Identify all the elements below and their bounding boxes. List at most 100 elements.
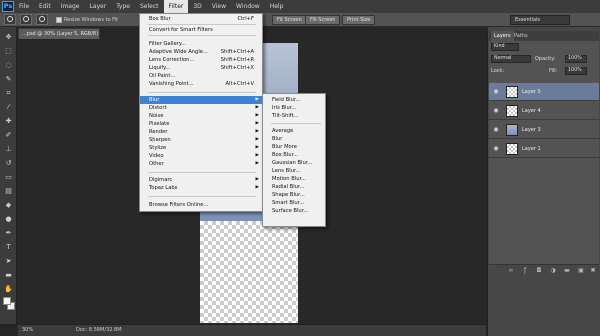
layer-thumbnail [506,86,518,98]
tools-panel: ✥ ⬚ ◌ ✎ ⌗ ⁄ ✚ ✐ ⊥ ↺ ▭ ▤ ◆ ● ✒ T ➤ ▬ ✋ [0,27,17,324]
fill-screen-button[interactable]: Fill Screen [305,15,341,25]
menu-item-vanishing-point[interactable]: Vanishing Point... Alt+Ctrl+V [140,80,262,88]
path-selection-tool-icon[interactable]: ➤ [4,257,13,266]
menu-item-liquify[interactable]: Liquify... Shift+Ctrl+X [140,64,262,72]
crop-tool-icon[interactable]: ⌗ [4,89,13,98]
move-tool-icon[interactable]: ✥ [4,33,13,42]
menu-select[interactable]: Select [135,0,164,13]
menu-item-sharpen[interactable]: Sharpen ▶ [140,136,262,144]
submenu-item-gaussian-blur[interactable]: Gaussian Blur... [263,159,325,167]
submenu-item-lens-blur[interactable]: Lens Blur... [263,167,325,175]
layer-row-layer-1[interactable]: ◉ Layer 1 [489,140,599,158]
layer-row-layer-5[interactable]: ◉ Layer 5 [489,83,599,101]
menu-item-pixelate[interactable]: Pixelate ▶ [140,120,262,128]
fill-field[interactable]: 100% [565,67,587,75]
delete-layer-icon[interactable]: ✖ [589,267,597,275]
menu-3d[interactable]: 3D [188,0,206,13]
submenu-item-box-blur[interactable]: Box Blur... [263,151,325,159]
shape-tool-icon[interactable]: ▬ [4,271,13,280]
visibility-eye-icon[interactable]: ◉ [492,107,500,115]
menu-item-adaptive-wide-angle[interactable]: Adaptive Wide Angle... Shift+Ctrl+A [140,48,262,56]
adjustment-layer-icon[interactable]: ◑ [549,267,557,275]
menu-item-lens-correction[interactable]: Lens Correction... Shift+Ctrl+R [140,56,262,64]
lasso-tool-icon[interactable]: ◌ [4,61,13,70]
submenu-item-blur-more[interactable]: Blur More [263,143,325,151]
zoom-in-icon[interactable] [20,14,32,25]
submenu-item-average[interactable]: Average [263,127,325,135]
menu-item-distort[interactable]: Distort ▶ [140,104,262,112]
submenu-item-tilt-shift[interactable]: Tilt-Shift... [263,112,325,120]
menu-bar: Ps File Edit Image Layer Type Select Fil… [0,0,600,13]
healing-brush-tool-icon[interactable]: ✚ [4,117,13,126]
submenu-item-shape-blur[interactable]: Shape Blur... [263,191,325,199]
submenu-item-radial-blur[interactable]: Radial Blur... [263,183,325,191]
menu-item-convert-smart-filters[interactable]: Convert for Smart Filters [140,26,262,34]
menu-window[interactable]: Window [231,0,265,13]
menu-type[interactable]: Type [111,0,135,13]
print-size-button[interactable]: Print Size [342,15,376,25]
menu-item-filter-gallery[interactable]: Filter Gallery... [140,40,262,48]
layer-style-icon[interactable]: ƒ [521,267,529,275]
quick-select-tool-icon[interactable]: ✎ [4,75,13,84]
menu-item-noise[interactable]: Noise ▶ [140,112,262,120]
submenu-item-motion-blur[interactable]: Motion Blur... [263,175,325,183]
resize-windows-checkbox[interactable] [56,16,62,23]
gradient-tool-icon[interactable]: ▤ [4,187,13,196]
eyedropper-tool-icon[interactable]: ⁄ [4,103,13,112]
add-mask-icon[interactable]: ◘ [535,267,543,275]
marquee-tool-icon[interactable]: ⬚ [4,47,13,56]
zoom-level[interactable]: 30% [22,325,33,336]
menu-item-browse-filters-online[interactable]: Browse Filters Online... [140,201,262,209]
menu-item-video[interactable]: Video ▶ [140,152,262,160]
opacity-field[interactable]: 100% [565,55,587,63]
link-layers-icon[interactable]: ∞ [507,267,515,275]
layers-panel-footer: ∞ ƒ ◘ ◑ ▬ ▣ ✖ [489,264,599,276]
menu-edit[interactable]: Edit [34,0,56,13]
tab-paths[interactable]: Paths [511,31,531,41]
visibility-eye-icon[interactable]: ◉ [492,88,500,96]
pen-tool-icon[interactable]: ✒ [4,229,13,238]
zoom-tool-icon[interactable] [4,14,16,25]
fill-label: Fill: [549,68,558,74]
submenu-item-smart-blur[interactable]: Smart Blur... [263,199,325,207]
foreground-color-swatch[interactable] [3,297,11,305]
submenu-item-iris-blur[interactable]: Iris Blur... [263,104,325,112]
layer-filter-kind[interactable]: Kind [491,43,519,51]
layer-row-layer-4[interactable]: ◉ Layer 4 [489,102,599,120]
type-tool-icon[interactable]: T [4,243,13,252]
menu-layer[interactable]: Layer [84,0,111,13]
blur-tool-icon[interactable]: ◆ [4,201,13,210]
submenu-item-blur[interactable]: Blur [263,135,325,143]
submenu-item-surface-blur[interactable]: Surface Blur... [263,207,325,215]
blend-mode-select[interactable]: Normal [491,55,531,63]
menu-item-other[interactable]: Other ▶ [140,160,262,168]
visibility-eye-icon[interactable]: ◉ [492,126,500,134]
history-brush-tool-icon[interactable]: ↺ [4,159,13,168]
menu-item-oil-paint[interactable]: Oil Paint... [140,72,262,80]
fit-screen-button[interactable]: Fit Screen [272,15,307,25]
menu-filter[interactable]: Filter [163,0,189,13]
zoom-out-icon[interactable] [36,14,48,25]
menu-item-blur[interactable]: Blur ▶ [140,96,262,104]
workspace-select[interactable]: Essentials [510,15,570,25]
eraser-tool-icon[interactable]: ▭ [4,173,13,182]
menu-item-box-blur-last[interactable]: Box Blur Ctrl+F [140,15,262,23]
new-group-icon[interactable]: ▬ [563,267,571,275]
menu-image[interactable]: Image [56,0,85,13]
menu-item-render[interactable]: Render ▶ [140,128,262,136]
new-layer-icon[interactable]: ▣ [577,267,585,275]
clone-stamp-tool-icon[interactable]: ⊥ [4,145,13,154]
layer-row-layer-3[interactable]: ◉ Layer 3 [489,121,599,139]
visibility-eye-icon[interactable]: ◉ [492,145,500,153]
menu-item-digimarc[interactable]: Digimarc ▶ [140,176,262,184]
document-tab[interactable]: ...psd @ 30% (Layer 5, RGB/8) * [18,28,100,39]
menu-item-stylize[interactable]: Stylize ▶ [140,144,262,152]
menu-item-topaz-labs[interactable]: Topaz Labs ▶ [140,184,262,192]
menu-help[interactable]: Help [265,0,289,13]
hand-tool-icon[interactable]: ✋ [4,285,13,294]
brush-tool-icon[interactable]: ✐ [4,131,13,140]
menu-file[interactable]: File [14,0,34,13]
menu-view[interactable]: View [207,0,231,13]
dodge-tool-icon[interactable]: ● [4,215,13,224]
submenu-item-field-blur[interactable]: Field Blur... [263,96,325,104]
